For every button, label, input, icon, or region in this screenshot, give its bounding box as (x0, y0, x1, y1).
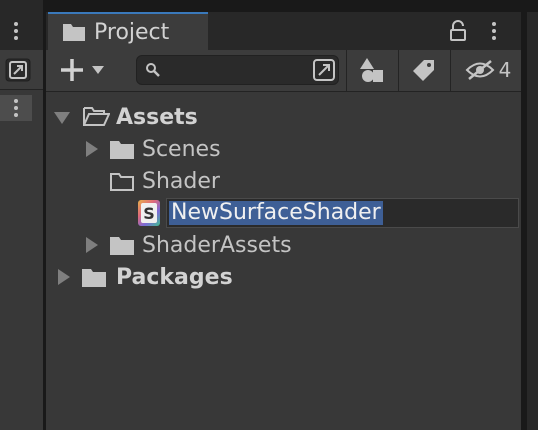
left-panel-maximize-icon[interactable] (3, 56, 33, 84)
folder-icon (109, 138, 135, 164)
toolbar-separator (450, 50, 451, 91)
toolbar-separator (346, 50, 347, 91)
expand-arrow-icon[interactable] (54, 112, 70, 124)
tab-title: Project (94, 19, 170, 45)
tree-item-label: Assets (116, 104, 198, 130)
expand-arrow-icon[interactable] (86, 141, 98, 157)
tree-item-shader[interactable]: Shader (46, 166, 521, 196)
folder-icon (62, 22, 86, 42)
search-by-type-button[interactable] (352, 55, 392, 85)
rename-field[interactable]: NewSurfaceShader (166, 198, 519, 228)
project-window: Project 4 Assets Scenes Shader ShaderAss… (46, 12, 521, 430)
tree-item-label: Packages (116, 264, 233, 290)
left-panel (0, 0, 43, 430)
right-neighbor-panel (527, 12, 538, 430)
project-toolbar: 4 (46, 50, 521, 92)
left-panel-menu-icon[interactable] (8, 18, 24, 44)
folder-icon (109, 234, 135, 260)
eye-slash-icon (465, 59, 495, 81)
tree-item-assets[interactable]: Assets (46, 102, 521, 132)
search-icon (145, 62, 161, 82)
folder-outline-icon (109, 170, 135, 196)
toolbar-separator (398, 50, 399, 91)
lock-icon[interactable] (449, 20, 467, 42)
folder-icon (81, 266, 107, 292)
left-panel-body (0, 90, 43, 430)
folder-open-icon (82, 105, 111, 131)
tree-item-packages[interactable]: Packages (46, 262, 521, 292)
tree-item-scenes[interactable]: Scenes (46, 134, 521, 164)
tab-bar: Project (46, 12, 521, 50)
project-tree: Assets Scenes Shader ShaderAssets Packag… (46, 92, 521, 430)
expand-arrow-icon[interactable] (58, 269, 70, 285)
search-input[interactable] (167, 58, 306, 84)
search-by-label-button[interactable] (404, 55, 444, 85)
left-row-menu-icon[interactable] (8, 97, 24, 119)
left-panel-header (0, 12, 43, 50)
tree-item-label: ShaderAssets (142, 232, 292, 258)
hidden-count: 4 (498, 58, 512, 82)
plus-icon (59, 57, 85, 83)
create-button[interactable] (54, 56, 110, 84)
left-panel-toolbar (0, 50, 43, 90)
tree-item-shaderassets[interactable]: ShaderAssets (46, 230, 521, 260)
rename-input[interactable]: NewSurfaceShader (169, 201, 383, 225)
tree-item-label: Shader (142, 168, 220, 194)
left-panel-selected-row[interactable] (0, 95, 32, 121)
tree-item-label: Scenes (142, 136, 221, 162)
shader-file-icon: S (138, 200, 160, 226)
search-maximize-button[interactable] (308, 55, 340, 85)
maximize-icon (310, 57, 338, 83)
tag-icon (412, 58, 436, 82)
shapes-icon (358, 56, 386, 84)
hidden-packages-button[interactable]: 4 (458, 55, 518, 85)
tab-project[interactable]: Project (48, 12, 208, 50)
expand-arrow-icon[interactable] (86, 237, 98, 253)
chevron-down-icon (91, 65, 105, 75)
window-menu-icon[interactable] (486, 18, 502, 44)
